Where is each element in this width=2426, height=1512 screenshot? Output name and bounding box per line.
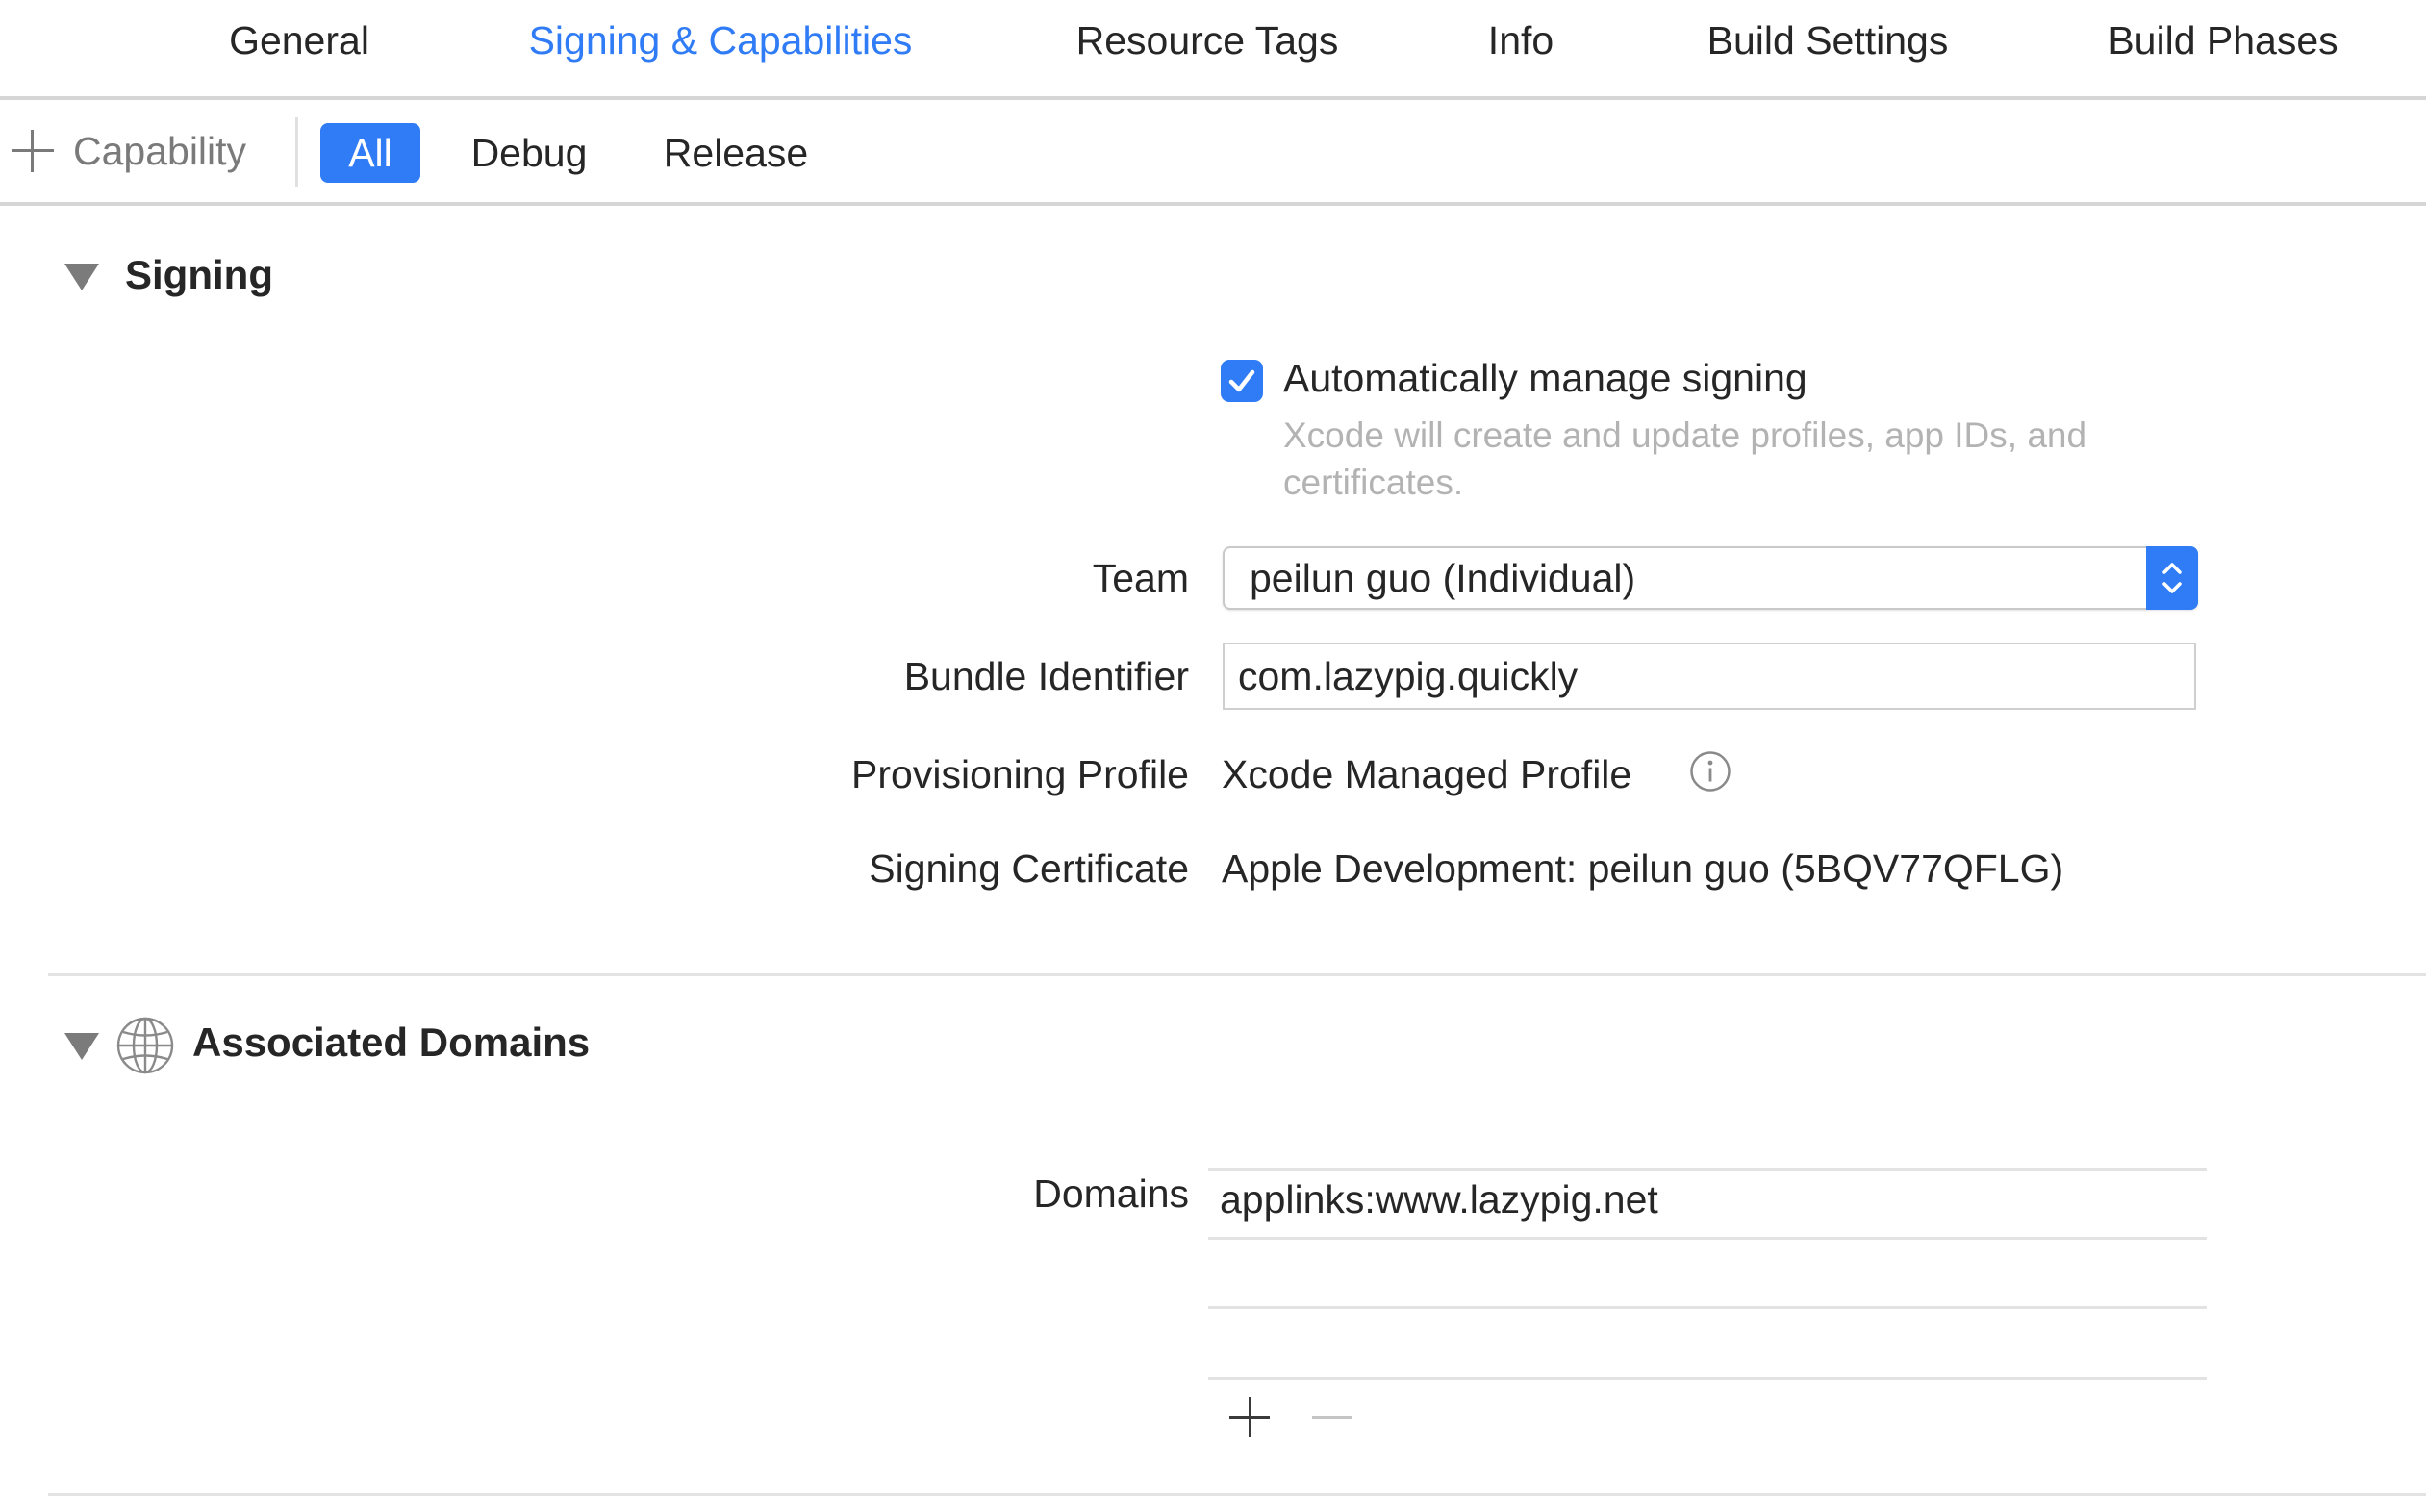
toolbar-divider <box>295 117 298 187</box>
tab-resource-tags[interactable]: Resource Tags <box>1054 0 1360 81</box>
associated-domains-disclosure-triangle[interactable] <box>64 1033 99 1060</box>
team-popup[interactable]: peilun guo (Individual) <box>1223 546 2198 610</box>
signing-section-title: Signing <box>125 252 273 297</box>
provisioning-profile-label: Provisioning Profile <box>851 752 1189 796</box>
bundle-identifier-label: Bundle Identifier <box>903 654 1189 698</box>
tab-signing-capabilities[interactable]: Signing & Capabilities <box>502 0 939 81</box>
checkmark-icon <box>1228 369 1255 392</box>
config-debug-button[interactable]: Debug <box>450 123 608 183</box>
bundle-identifier-field[interactable] <box>1223 643 2196 710</box>
provisioning-profile-value: Xcode Managed Profile <box>1222 752 1632 796</box>
signing-certificate-label: Signing Certificate <box>869 846 1189 891</box>
team-value: peilun guo (Individual) <box>1250 556 1636 600</box>
auto-manage-signing-checkbox[interactable] <box>1221 360 1263 402</box>
domains-table-top-border <box>1208 1168 2207 1171</box>
editor-tab-bar: General Signing & Capabilities Resource … <box>0 0 2426 100</box>
auto-manage-signing-label: Automatically manage signing <box>1283 356 1807 400</box>
plus-icon <box>12 130 54 172</box>
domains-table-bottom-border <box>1208 1377 2207 1380</box>
section-divider <box>48 973 2426 976</box>
add-domain-button[interactable] <box>1229 1397 1270 1437</box>
domains-row-divider <box>1208 1237 2207 1240</box>
domains-label: Domains <box>1033 1172 1189 1216</box>
info-icon[interactable] <box>1689 750 1731 793</box>
config-release-button[interactable]: Release <box>644 123 827 183</box>
tab-build-settings[interactable]: Build Settings <box>1681 0 1974 81</box>
associated-domains-section-title: Associated Domains <box>192 1020 591 1065</box>
config-all-button[interactable]: All <box>320 123 420 183</box>
domain-entry[interactable]: applinks:www.lazypig.net <box>1220 1177 1658 1222</box>
add-capability-button[interactable]: Capability <box>12 125 246 177</box>
remove-domain-button[interactable] <box>1312 1416 1352 1419</box>
signing-certificate-value: Apple Development: peilun guo (5BQV77QFL… <box>1222 846 2064 891</box>
signing-disclosure-triangle[interactable] <box>64 264 99 290</box>
tab-general[interactable]: General <box>208 0 391 81</box>
team-label: Team <box>1092 556 1189 600</box>
configuration-bar: Capability All Debug Release <box>0 100 2426 206</box>
tab-build-phases[interactable]: Build Phases <box>2085 0 2361 81</box>
domains-row-divider <box>1208 1306 2207 1309</box>
add-capability-label: Capability <box>73 128 247 173</box>
bundle-identifier-input[interactable] <box>1225 644 2181 708</box>
globe-icon <box>116 1017 174 1074</box>
auto-manage-signing-help: Xcode will create and update profiles, a… <box>1283 416 2087 502</box>
section-divider <box>48 1493 2426 1496</box>
tab-info[interactable]: Info <box>1472 0 1570 81</box>
popup-chevrons-icon <box>2146 546 2198 610</box>
